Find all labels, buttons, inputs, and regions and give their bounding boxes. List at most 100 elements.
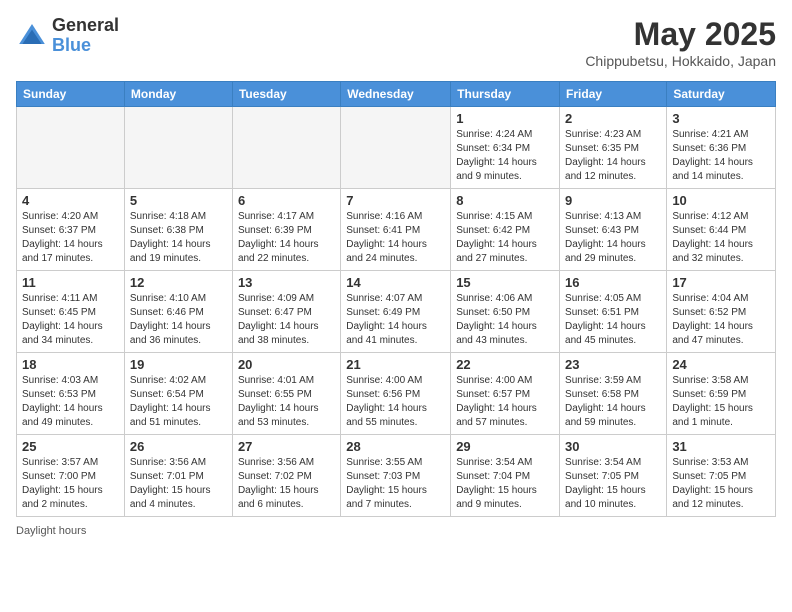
calendar-cell: 26Sunrise: 3:56 AM Sunset: 7:01 PM Dayli… — [124, 435, 232, 517]
calendar-header-sunday: Sunday — [17, 82, 125, 107]
calendar-cell: 22 Sunrise: 4:00 AM Sunset: 6:57 PM Dayli… — [451, 353, 560, 435]
day-info: Sunrise: 3:56 AM Sunset: 7:01 PM Dayligh… — [130, 456, 227, 512]
calendar-header-monday: Monday — [124, 82, 232, 107]
calendar-cell — [232, 107, 340, 189]
calendar-cell: 1 Sunrise: 4:24 AM Sunset: 6:34 PM Daylig… — [451, 107, 560, 189]
day-number: 18 — [22, 357, 119, 372]
calendar-cell: 18 Sunrise: 4:03 AM Sunset: 6:53 PM Dayli… — [17, 353, 125, 435]
logo-text: General Blue — [52, 16, 119, 56]
day-number: 28 — [346, 439, 445, 454]
footer-text: Daylight hours — [16, 525, 86, 537]
logo: General Blue — [16, 16, 119, 56]
calendar-week-2: 4 Sunrise: 4:20 AM Sunset: 6:37 PM Daylig… — [17, 189, 776, 271]
day-number: 27 — [238, 439, 335, 454]
calendar-cell — [17, 107, 125, 189]
calendar-week-5: 25 Sunrise: 3:57 AM Sunset: 7:00 PM Dayli… — [17, 435, 776, 517]
calendar-week-4: 18 Sunrise: 4:03 AM Sunset: 6:53 PM Dayli… — [17, 353, 776, 435]
day-number: 12 — [130, 275, 227, 290]
calendar-cell: 30 Sunrise: 3:54 AM Sunset: 7:05 PM Dayli… — [560, 435, 667, 517]
day-info: Sunrise: 3:54 AM Sunset: 7:04 PM Dayligh… — [456, 456, 554, 512]
calendar-cell: 16Sunrise: 4:05 AM Sunset: 6:51 PM Dayli… — [560, 271, 667, 353]
calendar-header-thursday: Thursday — [451, 82, 560, 107]
day-number: 29 — [456, 439, 554, 454]
calendar-cell: 23Sunrise: 3:59 AM Sunset: 6:58 PM Dayli… — [560, 353, 667, 435]
calendar-cell: 6 Sunrise: 4:17 AM Sunset: 6:39 PM Daylig… — [232, 189, 340, 271]
calendar-cell: 5Sunrise: 4:18 AM Sunset: 6:38 PM Daylig… — [124, 189, 232, 271]
day-info: Sunrise: 4:11 AM Sunset: 6:45 PM Dayligh… — [22, 292, 119, 348]
day-info: Sunrise: 4:12 AM Sunset: 6:44 PM Dayligh… — [672, 210, 770, 266]
logo-icon — [16, 20, 48, 52]
day-info: Sunrise: 3:57 AM Sunset: 7:00 PM Dayligh… — [22, 456, 119, 512]
calendar-week-3: 11Sunrise: 4:11 AM Sunset: 6:45 PM Dayli… — [17, 271, 776, 353]
calendar-header-wednesday: Wednesday — [341, 82, 451, 107]
day-info: Sunrise: 4:18 AM Sunset: 6:38 PM Dayligh… — [130, 210, 227, 266]
day-info: Sunrise: 4:24 AM Sunset: 6:34 PM Dayligh… — [456, 128, 554, 184]
calendar-cell: 13Sunrise: 4:09 AM Sunset: 6:47 PM Dayli… — [232, 271, 340, 353]
day-number: 21 — [346, 357, 445, 372]
day-number: 25 — [22, 439, 119, 454]
day-number: 4 — [22, 193, 119, 208]
day-info: Sunrise: 4:00 AM Sunset: 6:57 PM Dayligh… — [456, 374, 554, 430]
calendar-cell: 28 Sunrise: 3:55 AM Sunset: 7:03 PM Dayli… — [341, 435, 451, 517]
calendar-cell — [341, 107, 451, 189]
day-number: 24 — [672, 357, 770, 372]
day-info: Sunrise: 4:02 AM Sunset: 6:54 PM Dayligh… — [130, 374, 227, 430]
calendar-header-row: SundayMondayTuesdayWednesdayThursdayFrid… — [17, 82, 776, 107]
day-info: Sunrise: 4:16 AM Sunset: 6:41 PM Dayligh… — [346, 210, 445, 266]
day-number: 31 — [672, 439, 770, 454]
calendar-cell: 9 Sunrise: 4:13 AM Sunset: 6:43 PM Daylig… — [560, 189, 667, 271]
day-info: Sunrise: 4:20 AM Sunset: 6:37 PM Dayligh… — [22, 210, 119, 266]
calendar-cell: 24 Sunrise: 3:58 AM Sunset: 6:59 PM Dayli… — [667, 353, 776, 435]
day-info: Sunrise: 4:07 AM Sunset: 6:49 PM Dayligh… — [346, 292, 445, 348]
calendar-cell: 21 Sunrise: 4:00 AM Sunset: 6:56 PM Dayli… — [341, 353, 451, 435]
month-title: May 2025 — [585, 16, 776, 53]
day-number: 10 — [672, 193, 770, 208]
calendar-cell: 14 Sunrise: 4:07 AM Sunset: 6:49 PM Dayli… — [341, 271, 451, 353]
day-number: 17 — [672, 275, 770, 290]
day-info: Sunrise: 4:03 AM Sunset: 6:53 PM Dayligh… — [22, 374, 119, 430]
day-info: Sunrise: 4:00 AM Sunset: 6:56 PM Dayligh… — [346, 374, 445, 430]
calendar-cell: 4 Sunrise: 4:20 AM Sunset: 6:37 PM Daylig… — [17, 189, 125, 271]
day-info: Sunrise: 4:10 AM Sunset: 6:46 PM Dayligh… — [130, 292, 227, 348]
calendar-cell: 3Sunrise: 4:21 AM Sunset: 6:36 PM Daylig… — [667, 107, 776, 189]
calendar-cell — [124, 107, 232, 189]
day-info: Sunrise: 4:01 AM Sunset: 6:55 PM Dayligh… — [238, 374, 335, 430]
day-number: 22 — [456, 357, 554, 372]
day-number: 7 — [346, 193, 445, 208]
calendar-cell: 8Sunrise: 4:15 AM Sunset: 6:42 PM Daylig… — [451, 189, 560, 271]
day-info: Sunrise: 4:13 AM Sunset: 6:43 PM Dayligh… — [565, 210, 661, 266]
calendar-cell: 10 Sunrise: 4:12 AM Sunset: 6:44 PM Dayli… — [667, 189, 776, 271]
day-info: Sunrise: 3:58 AM Sunset: 6:59 PM Dayligh… — [672, 374, 770, 430]
calendar-cell: 15Sunrise: 4:06 AM Sunset: 6:50 PM Dayli… — [451, 271, 560, 353]
day-info: Sunrise: 4:15 AM Sunset: 6:42 PM Dayligh… — [456, 210, 554, 266]
day-info: Sunrise: 3:54 AM Sunset: 7:05 PM Dayligh… — [565, 456, 661, 512]
day-number: 30 — [565, 439, 661, 454]
calendar-cell: 12 Sunrise: 4:10 AM Sunset: 6:46 PM Dayli… — [124, 271, 232, 353]
day-info: Sunrise: 3:53 AM Sunset: 7:05 PM Dayligh… — [672, 456, 770, 512]
logo-blue: Blue — [52, 36, 119, 56]
day-info: Sunrise: 4:23 AM Sunset: 6:35 PM Dayligh… — [565, 128, 661, 184]
day-info: Sunrise: 3:55 AM Sunset: 7:03 PM Dayligh… — [346, 456, 445, 512]
day-info: Sunrise: 3:59 AM Sunset: 6:58 PM Dayligh… — [565, 374, 661, 430]
day-number: 20 — [238, 357, 335, 372]
day-info: Sunrise: 4:17 AM Sunset: 6:39 PM Dayligh… — [238, 210, 335, 266]
location: Chippubetsu, Hokkaido, Japan — [585, 53, 776, 69]
logo-general: General — [52, 16, 119, 36]
calendar-cell: 29 Sunrise: 3:54 AM Sunset: 7:04 PM Dayli… — [451, 435, 560, 517]
day-number: 1 — [456, 111, 554, 126]
calendar-header-tuesday: Tuesday — [232, 82, 340, 107]
day-info: Sunrise: 4:05 AM Sunset: 6:51 PM Dayligh… — [565, 292, 661, 348]
calendar-cell: 17 Sunrise: 4:04 AM Sunset: 6:52 PM Dayli… — [667, 271, 776, 353]
day-number: 9 — [565, 193, 661, 208]
day-info: Sunrise: 4:09 AM Sunset: 6:47 PM Dayligh… — [238, 292, 335, 348]
calendar-cell: 2 Sunrise: 4:23 AM Sunset: 6:35 PM Daylig… — [560, 107, 667, 189]
day-number: 6 — [238, 193, 335, 208]
day-info: Sunrise: 4:06 AM Sunset: 6:50 PM Dayligh… — [456, 292, 554, 348]
day-info: Sunrise: 4:21 AM Sunset: 6:36 PM Dayligh… — [672, 128, 770, 184]
day-number: 2 — [565, 111, 661, 126]
day-info: Sunrise: 4:04 AM Sunset: 6:52 PM Dayligh… — [672, 292, 770, 348]
day-number: 14 — [346, 275, 445, 290]
calendar: SundayMondayTuesdayWednesdayThursdayFrid… — [16, 81, 776, 517]
day-number: 19 — [130, 357, 227, 372]
calendar-week-1: 1 Sunrise: 4:24 AM Sunset: 6:34 PM Daylig… — [17, 107, 776, 189]
